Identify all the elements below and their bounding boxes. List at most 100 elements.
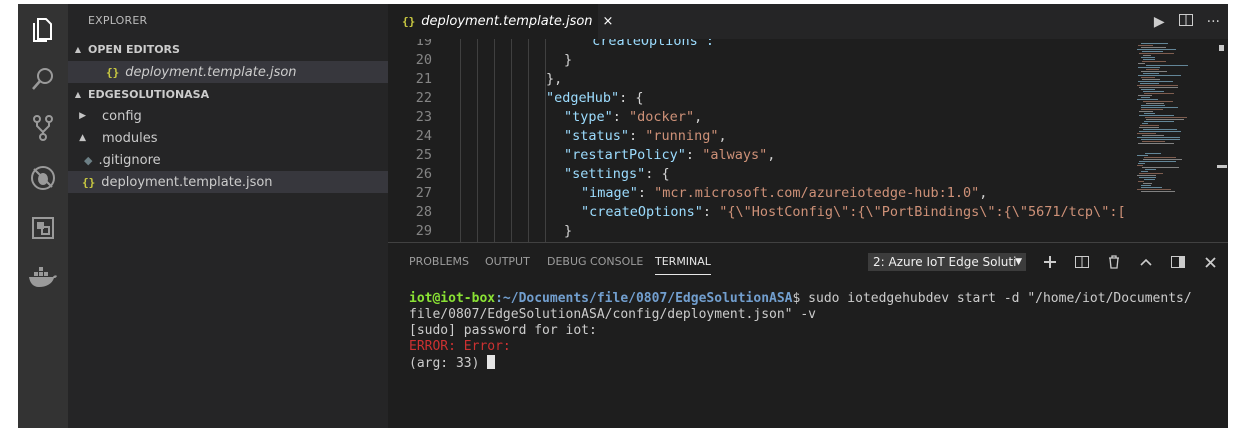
- terminal-path: :~/Documents/file/0807/EdgeSolutionASA: [495, 291, 793, 306]
- open-editor-item[interactable]: {} deployment.template.json: [68, 61, 388, 83]
- minimap-line: [1141, 191, 1175, 192]
- minimap-line: [1143, 101, 1173, 102]
- split-editor-icon[interactable]: [1178, 13, 1193, 30]
- minimap-line: [1143, 59, 1155, 60]
- close-panel-icon[interactable]: [1200, 252, 1220, 272]
- minimap-line: [1145, 169, 1156, 170]
- terminal-select[interactable]: 2: Azure IoT Edge Soluti ▼: [868, 253, 1026, 271]
- close-icon[interactable]: ×: [603, 14, 614, 29]
- minimap-line: [1138, 45, 1153, 46]
- minimap-line: [1146, 69, 1159, 70]
- minimap-line: [1143, 183, 1152, 184]
- minimap-line: [1138, 63, 1145, 64]
- code-line: 28 "createOptions": "{\"HostConfig\":{\"P…: [415, 204, 1126, 220]
- tab-deployment-template[interactable]: {} deployment.template.json ×: [388, 4, 613, 39]
- search-icon[interactable]: [18, 56, 68, 102]
- minimap-line: [1142, 79, 1160, 80]
- project-label: EDGESOLUTIONASA: [88, 87, 210, 101]
- tree-item-config[interactable]: ▶ config: [68, 105, 388, 127]
- terminal-error: ERROR: Error:: [409, 339, 511, 354]
- minimap[interactable]: [1133, 39, 1228, 242]
- minimap-line: [1141, 139, 1180, 140]
- tree-item-label: config: [102, 108, 142, 124]
- minimap-line: [1144, 121, 1174, 122]
- tab-bar: {} deployment.template.json × ▶ ···: [388, 4, 1228, 39]
- terminal-select-value: 2: Azure IoT Edge Soluti: [873, 255, 1017, 269]
- minimap-line: [1141, 77, 1155, 78]
- chevron-down-icon: ▲: [74, 44, 82, 54]
- code-line: 25 "restartPolicy": "always",: [415, 147, 776, 163]
- json-file-icon: {}: [106, 65, 120, 79]
- minimap-line: [1142, 61, 1166, 62]
- minimap-line: [1137, 85, 1178, 86]
- minimap-line: [1141, 43, 1168, 44]
- terminal-command-cont: file/0807/EdgeSolutionASA/config/deploym…: [409, 307, 816, 322]
- new-terminal-icon[interactable]: [1040, 252, 1060, 272]
- open-editors-section[interactable]: ▲ OPEN EDITORS: [68, 38, 388, 60]
- minimap-line: [1138, 95, 1152, 96]
- minimap-line: [1140, 125, 1159, 126]
- minimap-line: [1141, 97, 1150, 98]
- files-icon[interactable]: [18, 6, 68, 52]
- run-icon[interactable]: ▶: [1154, 14, 1165, 30]
- bottom-panel: PROBLEMS OUTPUT DEBUG CONSOLE TERMINAL 2…: [388, 242, 1228, 428]
- json-file-icon: {}: [402, 15, 416, 28]
- minimap-line: [1142, 167, 1179, 168]
- minimap-line: [1138, 67, 1160, 68]
- minimap-line: [1142, 135, 1164, 136]
- tree-item-modules[interactable]: ▲ modules: [68, 127, 388, 149]
- split-terminal-icon[interactable]: [1072, 252, 1092, 272]
- chevron-up-icon[interactable]: [1136, 252, 1156, 272]
- tab-problems[interactable]: PROBLEMS: [409, 255, 469, 268]
- minimap-line: [1146, 103, 1164, 104]
- docker-icon[interactable]: [18, 254, 68, 300]
- minimap-line: [1143, 73, 1159, 74]
- minimap-line: [1141, 109, 1163, 110]
- project-section[interactable]: ▲ EDGESOLUTIONASA: [68, 83, 388, 105]
- minimap-line: [1142, 141, 1165, 142]
- minimap-line: [1137, 189, 1171, 190]
- terminal-sudo-prompt: [sudo] password for iot:: [409, 323, 597, 338]
- trash-icon[interactable]: [1104, 252, 1124, 272]
- minimap-line: [1141, 47, 1166, 48]
- minimap-line: [1144, 179, 1155, 180]
- minimap-line: [1142, 123, 1148, 124]
- code-line: 29}: [415, 223, 573, 239]
- code-line: 21},: [415, 71, 563, 87]
- minimap-line: [1143, 159, 1182, 160]
- code-line: 20}: [415, 52, 573, 68]
- editor-scrollbar[interactable]: [1216, 39, 1228, 242]
- tab-debug-console[interactable]: DEBUG CONSOLE: [547, 255, 643, 268]
- minimap-line: [1137, 133, 1156, 134]
- minimap-line: [1145, 153, 1161, 154]
- git-file-icon: ◆: [84, 153, 93, 167]
- tree-item-deployment-template[interactable]: {} deployment.template.json: [68, 171, 388, 193]
- debug-icon[interactable]: [18, 155, 68, 201]
- terminal-user: iot@iot-box: [409, 291, 496, 306]
- extensions-icon[interactable]: [18, 205, 68, 251]
- minimap-line: [1139, 87, 1178, 88]
- tab-output[interactable]: OUTPUT: [485, 255, 530, 268]
- vscode-window: EXPLORER ▲ OPEN EDITORS {} deployment.te…: [18, 4, 1228, 428]
- chevron-right-icon: ▶: [79, 111, 86, 121]
- toggle-panel-icon[interactable]: [1168, 252, 1188, 272]
- minimap-line: [1137, 175, 1156, 176]
- activity-bar: [18, 4, 68, 428]
- editor-actions: ▶ ···: [1154, 4, 1220, 39]
- more-actions-icon[interactable]: ···: [1207, 14, 1220, 30]
- source-control-icon[interactable]: [18, 105, 68, 151]
- minimap-line: [1143, 55, 1151, 56]
- terminal-output[interactable]: iot@iot-box:~/Documents/file/0807/EdgeSo…: [409, 291, 1192, 372]
- tree-item-gitignore[interactable]: ◆ .gitignore: [68, 149, 388, 171]
- tab-terminal[interactable]: TERMINAL: [655, 255, 711, 275]
- code-editor[interactable]: 19 "createOptions": "" 20} 21}, 22 "edgeHu…: [388, 39, 1138, 242]
- minimap-line: [1139, 177, 1156, 178]
- minimap-line: [1138, 81, 1173, 82]
- minimap-line: [1138, 143, 1174, 144]
- minimap-line: [1139, 115, 1174, 116]
- terminal-command: $ sudo iotedgehubdev start -d "/home/iot…: [792, 291, 1192, 306]
- minimap-line: [1146, 119, 1184, 120]
- minimap-line: [1146, 65, 1188, 66]
- minimap-line: [1141, 171, 1148, 172]
- code-line: 24 "status": "running",: [415, 128, 727, 144]
